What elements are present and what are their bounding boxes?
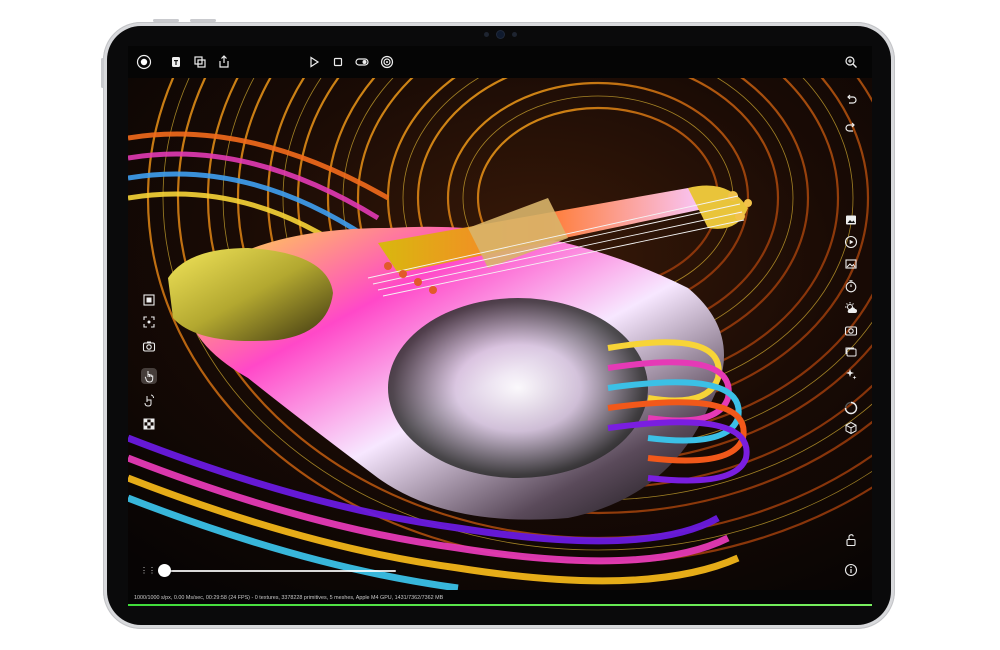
touch-icon[interactable] bbox=[141, 368, 157, 384]
unlock-icon[interactable] bbox=[843, 532, 859, 548]
power-button bbox=[190, 19, 216, 22]
drag-handle-icon[interactable]: ⋮⋮ bbox=[140, 565, 156, 577]
layers-icon[interactable] bbox=[192, 54, 208, 70]
toggle-icon[interactable] bbox=[354, 54, 370, 70]
focus-icon[interactable] bbox=[141, 314, 157, 330]
side-button bbox=[101, 58, 104, 88]
info-icon[interactable] bbox=[843, 562, 859, 578]
checkerboard-icon[interactable] bbox=[141, 416, 157, 432]
camera-icon[interactable] bbox=[843, 322, 859, 338]
front-camera bbox=[440, 30, 560, 38]
violin-render bbox=[128, 78, 872, 590]
app-screen: ⋮⋮ 1000/1000 s/px, 0.00 Ms/sec, 00:29:58… bbox=[128, 46, 872, 606]
image-icon[interactable] bbox=[843, 212, 859, 228]
top-toolbar bbox=[128, 46, 872, 78]
stop-icon[interactable] bbox=[330, 54, 346, 70]
gesture-icon[interactable] bbox=[141, 392, 157, 408]
timer-icon[interactable] bbox=[843, 278, 859, 294]
volume-button bbox=[153, 19, 179, 22]
render-progress-bar bbox=[128, 604, 872, 606]
left-toolbar bbox=[140, 288, 158, 468]
record-icon[interactable] bbox=[136, 54, 152, 70]
timeline-slider-thumb[interactable] bbox=[158, 564, 171, 577]
right-toolbar bbox=[842, 46, 860, 606]
redo-icon[interactable] bbox=[843, 120, 859, 136]
render-status-text: 1000/1000 s/px, 0.00 Ms/sec, 00:29:58 (2… bbox=[134, 595, 444, 601]
photos-icon[interactable] bbox=[843, 344, 859, 360]
sparkle-icon[interactable] bbox=[843, 366, 859, 382]
play-icon[interactable] bbox=[306, 54, 322, 70]
circle-progress-icon[interactable] bbox=[843, 400, 859, 416]
timeline-slider[interactable] bbox=[164, 570, 396, 572]
undo-icon[interactable] bbox=[843, 92, 859, 108]
share-icon[interactable] bbox=[216, 54, 232, 70]
frame-select-icon[interactable] bbox=[141, 292, 157, 308]
render-viewport[interactable] bbox=[128, 78, 872, 590]
weather-icon[interactable] bbox=[843, 300, 859, 316]
cube-icon[interactable] bbox=[843, 420, 859, 436]
target-icon[interactable] bbox=[379, 54, 395, 70]
play-circle-icon[interactable] bbox=[843, 234, 859, 250]
camera-icon[interactable] bbox=[141, 338, 157, 354]
picture-icon[interactable] bbox=[843, 256, 859, 272]
text-icon[interactable] bbox=[168, 54, 184, 70]
